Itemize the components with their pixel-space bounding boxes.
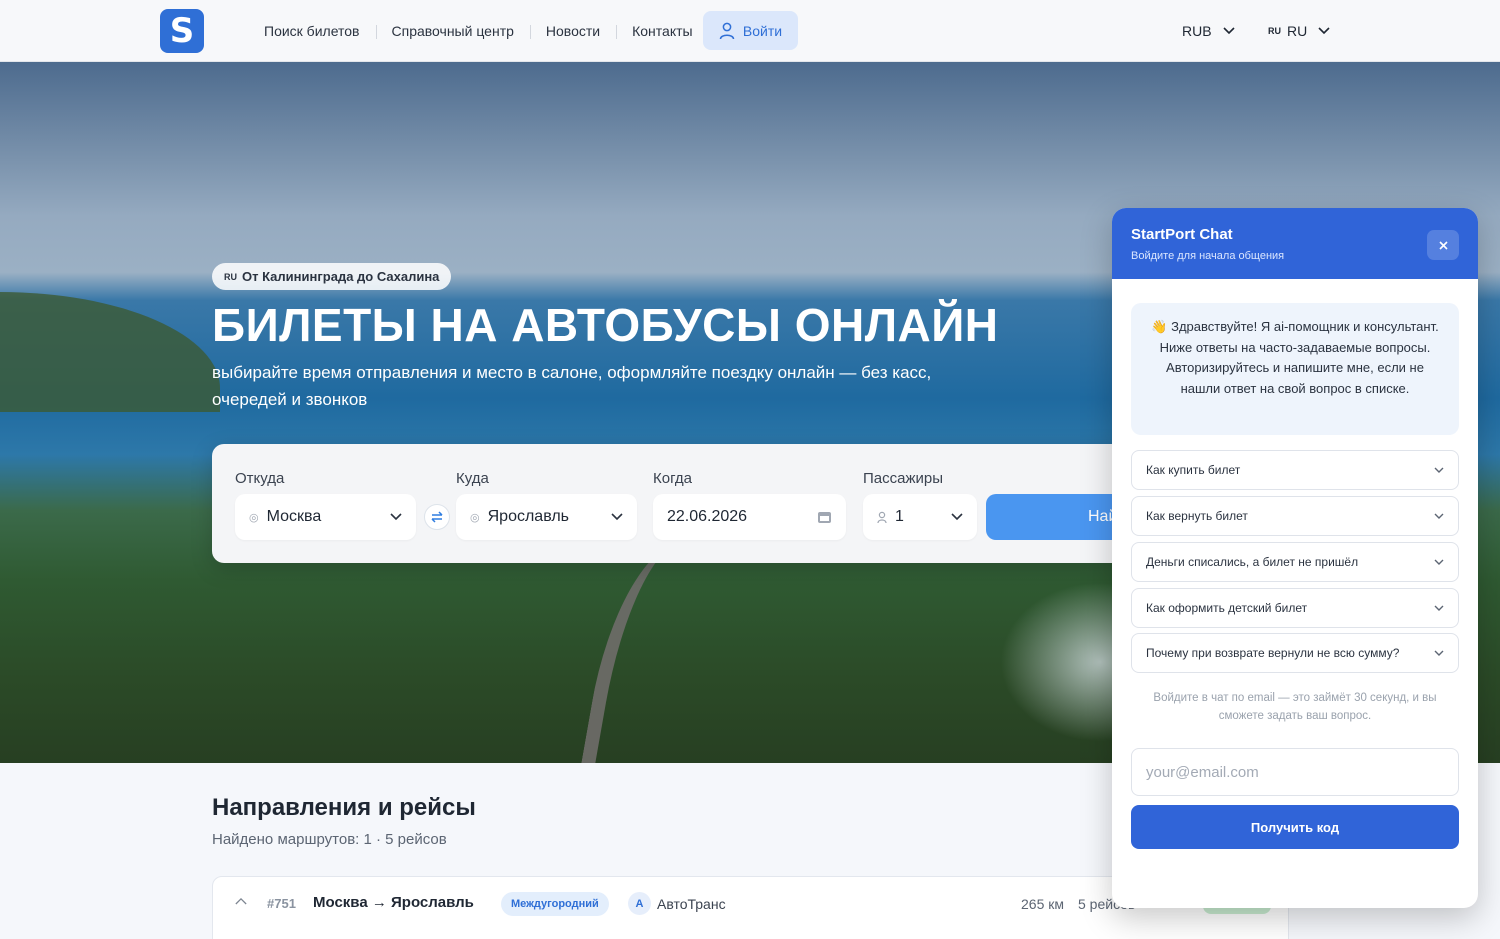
hero-coastline — [0, 292, 220, 412]
to-label: Куда — [456, 470, 489, 487]
carrier-avatar: A — [628, 892, 651, 915]
date-input[interactable]: 22.06.2026 — [653, 494, 846, 540]
chat-widget: StartPort Chat Войдите для начала общени… — [1112, 208, 1478, 908]
get-code-button[interactable]: Получить код — [1131, 805, 1459, 849]
faq-item[interactable]: Почему при возврате вернули не всю сумму… — [1131, 633, 1459, 673]
login-label: Войти — [742, 22, 783, 39]
date-value: 22.06.2026 — [667, 508, 748, 525]
site-header: S Поиск билетов Справочный центр Новости… — [0, 0, 1500, 62]
passengers-value: 1 — [895, 508, 904, 525]
faq-item[interactable]: Как купить билет — [1131, 450, 1459, 490]
from-value: Москва — [266, 508, 322, 525]
user-icon — [719, 22, 735, 39]
faq-question: Как вернуть билет — [1146, 509, 1248, 523]
route-distance: 265 км — [1021, 896, 1064, 912]
chat-subtitle: Войдите для начала общения — [1131, 250, 1285, 262]
nav-contacts[interactable]: Контакты — [616, 23, 708, 39]
search-form: Откуда ◎ Москва Куда ◎ Ярославль Когда 2… — [212, 444, 1212, 563]
chevron-down-icon — [390, 513, 402, 521]
login-button[interactable]: Войти — [703, 11, 798, 50]
passengers-select[interactable]: 1 — [863, 494, 977, 540]
chat-header: StartPort Chat Войдите для начала общени… — [1112, 208, 1478, 279]
chevron-down-icon — [1434, 467, 1444, 473]
chevron-up-icon[interactable] — [235, 895, 247, 907]
hero-road — [579, 542, 711, 763]
chat-title: StartPort Chat — [1131, 226, 1233, 243]
chat-login-note: Войдите в чат по email — это займёт 30 с… — [1153, 692, 1437, 722]
hero-title: БИЛЕТЫ НА АВТОБУСЫ ОНЛАЙН — [212, 299, 999, 351]
hero-badge: RU От Калининграда до Сахалина — [212, 263, 452, 290]
site-logo[interactable]: S — [160, 9, 204, 53]
faq-item[interactable]: Деньги списались, а билет не пришёл — [1131, 542, 1459, 582]
badge-flag: RU — [224, 271, 237, 282]
location-pin-icon: ◎ — [249, 511, 259, 524]
directions-subtitle: Найдено маршрутов: 1 · 5 рейсов — [212, 831, 447, 848]
passengers-label: Пассажиры — [863, 470, 944, 487]
chevron-down-icon — [1434, 605, 1444, 611]
date-label: Когда — [653, 470, 692, 487]
email-field[interactable] — [1131, 748, 1459, 796]
chat-close-button[interactable] — [1427, 230, 1459, 260]
calendar-icon — [818, 512, 831, 523]
badge-text: От Калининграда до Сахалина — [242, 269, 440, 284]
nav-help-center[interactable]: Справочный центр — [375, 23, 530, 39]
close-icon — [1438, 240, 1448, 250]
directions-title: Направления и рейсы — [212, 794, 476, 821]
faq-question: Почему при возврате вернули не всю сумму… — [1146, 646, 1400, 660]
to-select[interactable]: ◎ Ярославль — [456, 494, 637, 540]
swap-arrows-icon — [431, 511, 443, 523]
chevron-down-icon — [1434, 559, 1444, 565]
hero-subtitle: выбирайте время отправления и место в са… — [212, 363, 932, 409]
faq-item[interactable]: Как оформить детский билет — [1131, 588, 1459, 628]
main-nav: Поиск билетов Справочный центр Новости К… — [248, 0, 709, 62]
nav-tickets-search[interactable]: Поиск билетов — [248, 23, 376, 39]
route-number: #751 — [267, 896, 296, 911]
chevron-down-icon — [1222, 27, 1235, 35]
faq-question: Деньги списались, а билет не пришёл — [1146, 555, 1359, 569]
faq-question: Как оформить детский билет — [1146, 601, 1308, 615]
faq-item[interactable]: Как вернуть билет — [1131, 496, 1459, 536]
chevron-down-icon — [951, 513, 963, 521]
chevron-down-icon — [611, 513, 623, 521]
chevron-down-icon — [1434, 650, 1444, 656]
route-name: Москва → Ярославль — [313, 894, 474, 911]
from-select[interactable]: ◎ Москва — [235, 494, 416, 540]
person-icon — [877, 511, 887, 523]
currency-select[interactable]: RUB — [1182, 0, 1240, 62]
from-label: Откуда — [235, 470, 285, 487]
location-pin-icon: ◎ — [470, 511, 480, 524]
carrier-name: АвтоТранс — [657, 896, 726, 912]
route-type-badge: Междугородний — [501, 892, 609, 916]
faq-question: Как купить билет — [1146, 463, 1241, 477]
chevron-down-icon — [1434, 513, 1444, 519]
to-value: Ярославль — [487, 508, 569, 525]
language-select[interactable]: RU RU — [1268, 0, 1335, 62]
nav-news[interactable]: Новости — [529, 23, 616, 39]
language-flag: RU — [1268, 26, 1281, 36]
language-value: RU — [1287, 23, 1308, 39]
get-code-label: Получить код — [1250, 819, 1340, 835]
swap-button[interactable] — [424, 504, 450, 530]
chat-greeting: 👋 Здравствуйте! Я ai-помощник и консульт… — [1131, 303, 1459, 435]
chevron-down-icon — [1318, 27, 1330, 35]
currency-value: RUB — [1182, 23, 1212, 39]
